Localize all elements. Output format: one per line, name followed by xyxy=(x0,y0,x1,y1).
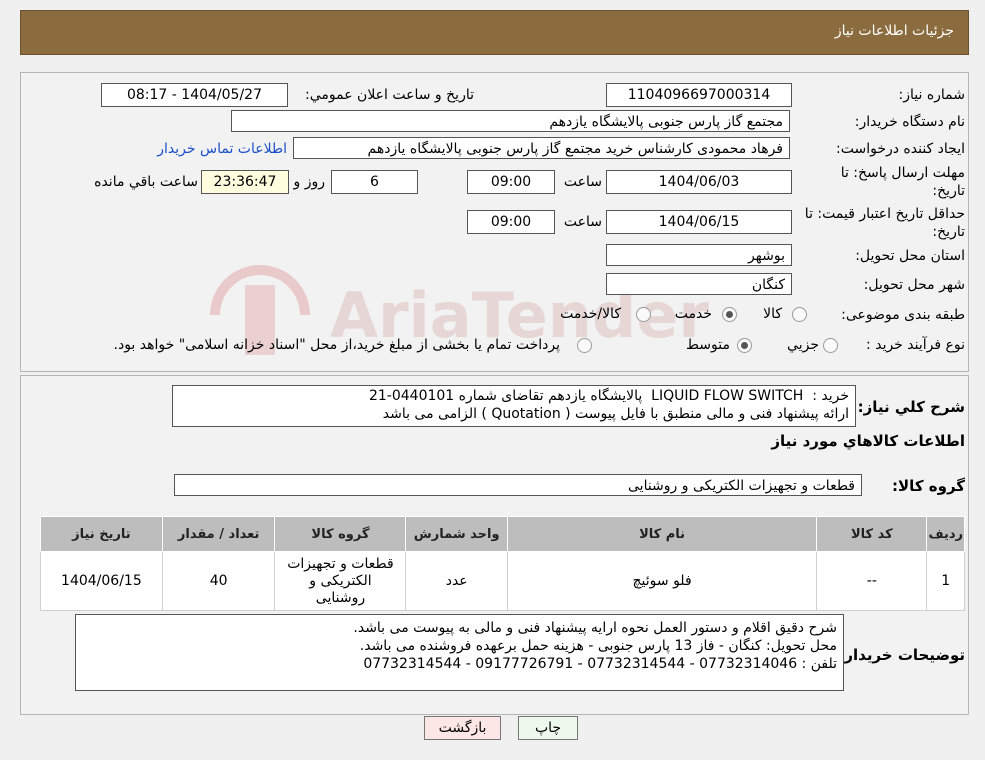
creator-label: ايجاد كننده درخواست: xyxy=(836,141,965,157)
category-goods-label: كالا xyxy=(763,306,782,322)
category-label: طبقه بندی موضوعی: xyxy=(841,307,965,323)
cell-qty: 40 xyxy=(161,551,276,611)
col-qty: تعداد / مقدار xyxy=(161,516,276,552)
process-label: نوع فرآيند خريد : xyxy=(866,337,965,353)
buyer-contact-link[interactable]: اطلاعات تماس خریدار xyxy=(157,141,287,157)
category-service-radio[interactable] xyxy=(722,307,737,322)
page-header: جزئیات اطلاعات نیاز xyxy=(20,10,969,55)
goods-group-field: قطعات و تجهیزات الکتریکی و روشنایی xyxy=(174,474,862,496)
summary-textarea[interactable]: خرید : LIQUID FLOW SWITCH پالایشگاه یازد… xyxy=(172,385,856,427)
validity-date-field: 1404/06/15 xyxy=(606,210,792,234)
category-both-radio[interactable] xyxy=(636,307,651,322)
city-label: شهر محل تحويل: xyxy=(863,277,965,293)
page-title: جزئیات اطلاعات نیاز xyxy=(834,23,954,39)
deadline-time-label: ساعت xyxy=(563,174,602,190)
category-both-label: كالا/خدمت xyxy=(560,306,621,322)
validity-time-label: ساعت xyxy=(563,214,602,230)
table-row: 1 -- فلو سوئیچ عدد قطعات و تجهیزات الکتر… xyxy=(40,551,965,611)
goods-table: رديف كد كالا نام كالا واحد شمارش گروه كا… xyxy=(40,516,965,611)
need-number-label: شماره نیاز: xyxy=(898,87,966,103)
buyer-field: مجتمع گاز پارس جنوبی پالایشگاه یازدهم xyxy=(231,110,790,132)
days-field: 6 xyxy=(331,170,418,194)
summary-label: شرح كلي نياز: xyxy=(857,398,965,416)
process-treasury-note: پرداخت تمام يا بخشی از مبلغ خريد،از محل … xyxy=(113,337,560,353)
category-service-label: خدمت xyxy=(674,306,712,322)
back-button[interactable]: بازگشت xyxy=(424,716,501,740)
cell-group: قطعات و تجهیزات الکتریکی و روشنایی xyxy=(274,551,407,611)
category-goods-radio[interactable] xyxy=(792,307,807,322)
remaining-time-field: 23:36:47 xyxy=(201,170,289,194)
deadline-label: مهلت ارسال پاسخ: تا xyxy=(840,165,965,181)
goods-info-title: اطلاعات كالاهاي مورد نياز xyxy=(771,432,965,450)
deadline-label-date: تاريخ: xyxy=(932,183,965,199)
col-unit: واحد شمارش xyxy=(405,516,508,552)
cell-unit: عدد xyxy=(405,551,508,611)
cell-code: -- xyxy=(816,551,928,611)
days-label: روز و xyxy=(293,174,326,190)
col-code: كد كالا xyxy=(816,516,928,552)
table-header-row: رديف كد كالا نام كالا واحد شمارش گروه كا… xyxy=(40,516,965,552)
process-partial-radio[interactable] xyxy=(823,338,838,353)
cell-date: 1404/06/15 xyxy=(40,551,163,611)
process-medium-radio[interactable] xyxy=(737,338,752,353)
cell-row: 1 xyxy=(926,551,965,611)
deadline-time-field: 09:00 xyxy=(467,170,555,194)
province-field: بوشهر xyxy=(606,244,792,266)
col-row: رديف xyxy=(926,516,965,552)
buyer-notes-textarea[interactable]: شرح دقیق اقلام و دستور العمل نحوه ارایه … xyxy=(75,614,844,691)
validity-label-date: تاريخ: xyxy=(932,224,965,240)
creator-field: فرهاد محمودی کارشناس خرید مجتمع گاز پارس… xyxy=(293,137,790,159)
need-number-field: 1104096697000314 xyxy=(606,83,792,107)
announce-datetime-field: 1404/05/27 - 08:17 xyxy=(101,83,288,107)
announce-label: تاریخ و ساعت اعلان عمومي: xyxy=(305,87,474,103)
validity-label: حداقل تاريخ اعتبار قيمت: تا xyxy=(804,206,965,222)
city-field: کنگان xyxy=(606,273,792,295)
col-group: گروه كالا xyxy=(274,516,407,552)
validity-time-field: 09:00 xyxy=(467,210,555,234)
col-date: تاريخ نياز xyxy=(40,516,163,552)
process-medium-label: متوسط xyxy=(686,337,730,353)
deadline-date-field: 1404/06/03 xyxy=(606,170,792,194)
cell-name: فلو سوئیچ xyxy=(506,551,818,611)
goods-group-label: گروه كالا: xyxy=(892,477,965,495)
province-label: استان محل تحويل: xyxy=(855,248,965,264)
buyer-notes-label: توضيحات خريدار: xyxy=(838,646,965,664)
print-button[interactable]: چاپ xyxy=(518,716,578,740)
buyer-label: نام دستگاه خريدار: xyxy=(854,114,965,130)
remaining-label: ساعت باقي مانده xyxy=(94,174,198,190)
col-name: نام كالا xyxy=(506,516,818,552)
process-partial-label: جزيي xyxy=(787,337,819,353)
process-treasury-radio[interactable] xyxy=(577,338,592,353)
